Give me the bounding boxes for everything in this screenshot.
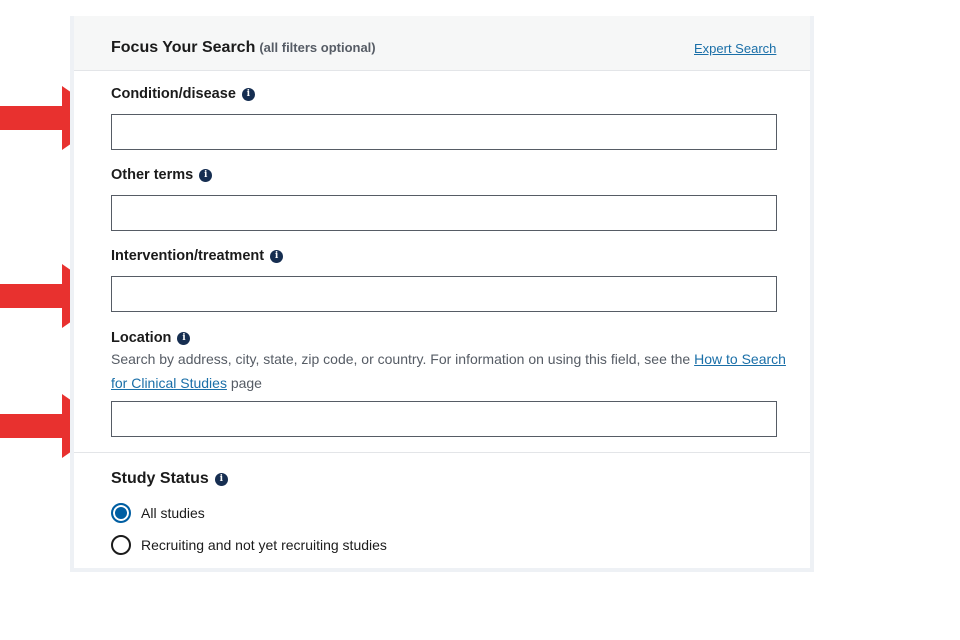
section-divider bbox=[74, 452, 810, 453]
intervention-label-text: Intervention/treatment bbox=[111, 248, 265, 264]
radio-all-studies[interactable]: All studies bbox=[111, 503, 205, 523]
search-filters-panel: Focus Your Search (all filters optional) … bbox=[70, 16, 814, 572]
radio-label: Recruiting and not yet recruiting studie… bbox=[141, 537, 387, 553]
study-status-title: Study Status i bbox=[111, 470, 228, 488]
location-label: Location i bbox=[111, 330, 191, 346]
radio-recruiting-studies[interactable]: Recruiting and not yet recruiting studie… bbox=[111, 535, 387, 555]
info-icon[interactable]: i bbox=[241, 87, 255, 101]
location-input[interactable] bbox=[111, 401, 777, 437]
page: Focus Your Search (all filters optional) … bbox=[0, 0, 960, 640]
panel-subtitle: (all filters optional) bbox=[259, 40, 376, 55]
location-help-prefix: Search by address, city, state, zip code… bbox=[111, 351, 695, 367]
other-terms-label: Other terms i bbox=[111, 167, 213, 183]
radio-label: All studies bbox=[141, 505, 205, 521]
intervention-input[interactable] bbox=[111, 276, 777, 312]
panel-title: Focus Your Search (all filters optional) bbox=[111, 39, 376, 57]
panel-header: Focus Your Search (all filters optional) … bbox=[74, 16, 810, 71]
expert-search-link[interactable]: Expert Search bbox=[694, 41, 776, 56]
intervention-label: Intervention/treatment i bbox=[111, 248, 284, 264]
condition-input[interactable] bbox=[111, 114, 777, 150]
info-icon[interactable]: i bbox=[270, 249, 284, 263]
radio-button[interactable] bbox=[111, 535, 131, 555]
location-label-text: Location bbox=[111, 330, 172, 346]
other-terms-label-text: Other terms bbox=[111, 167, 194, 183]
radio-button-checked[interactable] bbox=[111, 503, 131, 523]
info-icon[interactable]: i bbox=[199, 168, 213, 182]
panel-title-text: Focus Your Search bbox=[111, 39, 256, 56]
other-terms-input[interactable] bbox=[111, 195, 777, 231]
location-help-suffix: page bbox=[226, 375, 262, 391]
condition-label: Condition/disease i bbox=[111, 86, 255, 102]
condition-label-text: Condition/disease bbox=[111, 86, 236, 102]
info-icon[interactable]: i bbox=[177, 331, 191, 345]
location-help-text: Search by address, city, state, zip code… bbox=[111, 347, 791, 395]
info-icon[interactable]: i bbox=[214, 472, 228, 486]
study-status-title-text: Study Status bbox=[111, 470, 209, 487]
